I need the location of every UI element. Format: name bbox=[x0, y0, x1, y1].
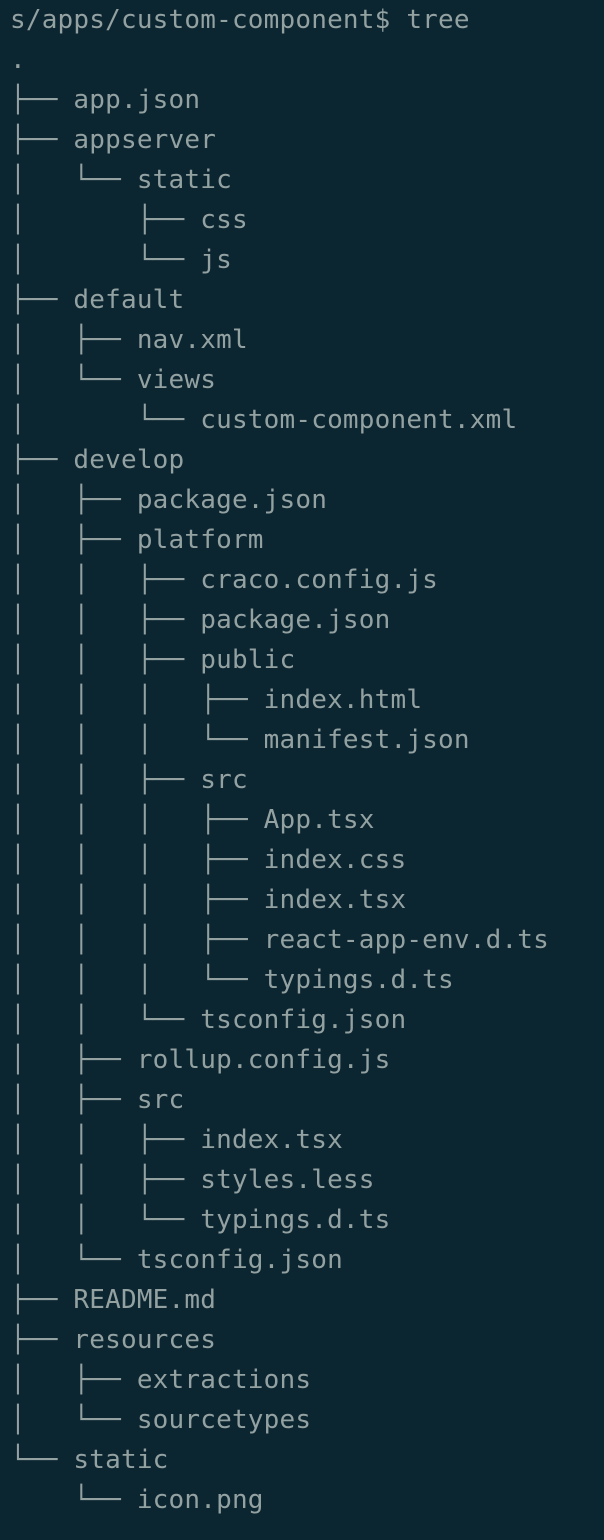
tree-line: ├── develop bbox=[10, 445, 185, 475]
tree-line: │ │ ├── index.tsx bbox=[10, 1125, 343, 1155]
tree-line: │ │ │ ├── App.tsx bbox=[10, 805, 375, 835]
tree-line: │ │ │ └── typings.d.ts bbox=[10, 965, 454, 995]
tree-line: │ └── custom-component.xml bbox=[10, 405, 518, 435]
tree-line: │ │ ├── styles.less bbox=[10, 1165, 375, 1195]
tree-line: ├── app.json bbox=[10, 85, 201, 115]
tree-line: └── icon.png bbox=[10, 1485, 264, 1515]
tree-line: │ ├── rollup.config.js bbox=[10, 1045, 391, 1075]
tree-line: │ │ ├── public bbox=[10, 645, 296, 675]
tree-line: │ ├── nav.xml bbox=[10, 325, 248, 355]
tree-line: │ │ │ └── manifest.json bbox=[10, 725, 470, 755]
tree-line: │ └── static bbox=[10, 165, 232, 195]
tree-line: │ ├── platform bbox=[10, 525, 264, 555]
tree-line: │ └── sourcetypes bbox=[10, 1405, 312, 1435]
tree-root: . bbox=[10, 45, 26, 75]
tree-line: │ │ │ ├── index.html bbox=[10, 685, 423, 715]
tree-line: │ ├── css bbox=[10, 205, 248, 235]
tree-line: │ ├── src bbox=[10, 1085, 185, 1115]
tree-line: │ │ ├── package.json bbox=[10, 605, 391, 635]
tree-line: │ └── tsconfig.json bbox=[10, 1245, 343, 1275]
tree-line: ├── README.md bbox=[10, 1285, 217, 1315]
tree-line: │ ├── extractions bbox=[10, 1365, 312, 1395]
tree-line: │ │ │ ├── react-app-env.d.ts bbox=[10, 925, 550, 955]
tree-line: │ │ ├── src bbox=[10, 765, 248, 795]
tree-line: │ │ └── tsconfig.json bbox=[10, 1005, 407, 1035]
tree-line: │ └── js bbox=[10, 245, 232, 275]
tree-line: │ │ ├── craco.config.js bbox=[10, 565, 439, 595]
tree-line: ├── appserver bbox=[10, 125, 217, 155]
tree-line: │ │ └── typings.d.ts bbox=[10, 1205, 391, 1235]
tree-line: ├── resources bbox=[10, 1325, 217, 1355]
tree-line: │ │ │ ├── index.css bbox=[10, 845, 407, 875]
tree-line: │ │ │ ├── index.tsx bbox=[10, 885, 407, 915]
tree-line: │ └── views bbox=[10, 365, 217, 395]
terminal-window[interactable]: s/apps/custom-component$ tree . ├── app.… bbox=[0, 0, 604, 1540]
tree-line: │ ├── package.json bbox=[10, 485, 328, 515]
command-prompt-line: s/apps/custom-component$ tree bbox=[10, 5, 470, 35]
tree-line: └── static bbox=[10, 1445, 169, 1475]
tree-line: ├── default bbox=[10, 285, 185, 315]
